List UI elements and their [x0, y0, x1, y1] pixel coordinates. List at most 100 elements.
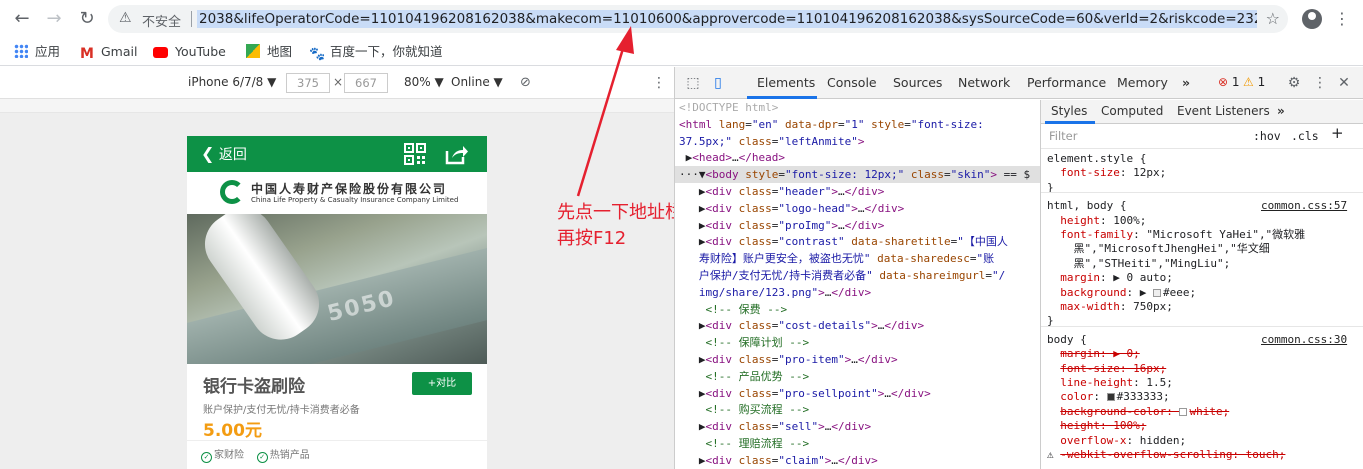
style-rule-line[interactable]: line-height: 1.5;: [1047, 376, 1173, 390]
style-rule-line[interactable]: font-family: "Microsoft YaHei","微软雅: [1047, 228, 1305, 242]
qrcode-icon[interactable]: [404, 143, 426, 165]
style-rule-line[interactable]: color: #333333;: [1047, 390, 1169, 404]
style-rule-line[interactable]: height: 100%;: [1047, 419, 1146, 433]
zoom-select[interactable]: 80% ▼: [404, 75, 444, 89]
device-height-input[interactable]: 667: [344, 73, 388, 93]
dom-node-line[interactable]: 户保护/支付无忧/持卡消费者必备" data-shareimgurl="/: [679, 268, 1005, 285]
bookmark-apps[interactable]: 应用: [14, 43, 60, 61]
dom-node-line[interactable]: 37.5px;" class="leftAnmite">: [679, 134, 864, 151]
bookmark-gmail[interactable]: M Gmail: [80, 43, 137, 61]
style-rule-line[interactable]: font-size: 12px;: [1047, 166, 1166, 180]
style-rule-line[interactable]: 黑","STHeiti","MingLiu";: [1047, 257, 1230, 271]
device-toggle-icon[interactable]: ▯: [709, 74, 727, 92]
dom-node-line[interactable]: <!-- 产品优势 -->: [679, 369, 810, 386]
style-rule-line[interactable]: margin: ▶ 0 auto;: [1047, 271, 1173, 285]
style-rule-line[interactable]: overflow-x: hidden;: [1047, 434, 1186, 448]
bookmarks-bar: 应用 M Gmail YouTube 地图 🐾 百度一下，你就知道: [0, 38, 1363, 66]
dom-node-line[interactable]: ▶<div class="cost-details">…</div>: [679, 318, 924, 335]
style-rule-line[interactable]: ⚠ -webkit-overflow-scrolling: touch;: [1047, 448, 1285, 462]
dom-node-line[interactable]: ▶<div class="proImg">…</div>: [679, 218, 885, 235]
style-rule-line[interactable]: html, body {: [1047, 199, 1126, 213]
back-button[interactable]: ❮ 返回: [201, 144, 247, 165]
inspect-element-icon[interactable]: ⬚: [684, 74, 702, 92]
device-select[interactable]: iPhone 6/7/8 ▼: [188, 75, 276, 89]
rotate-icon[interactable]: ⊘: [520, 75, 531, 90]
device-width-input[interactable]: 375: [286, 73, 330, 93]
hov-toggle[interactable]: :hov: [1253, 129, 1281, 143]
dom-node-line[interactable]: ▶<div class="pro-item">…</div>: [679, 352, 898, 369]
dom-node-line[interactable]: ▶<div class="sell">…</div>: [679, 419, 871, 436]
styles-more-button[interactable]: »: [1277, 104, 1285, 118]
style-rule-line[interactable]: background-color: white;: [1047, 405, 1229, 419]
tab-styles[interactable]: Styles: [1051, 104, 1087, 118]
warning-triangle-icon: ⚠: [1243, 75, 1254, 89]
bookmark-youtube[interactable]: YouTube: [153, 43, 226, 61]
dom-node-line[interactable]: <!-- 保障计划 -->: [679, 335, 810, 352]
divider: [187, 440, 487, 441]
dom-node-line[interactable]: ▶<head>…</head>: [679, 150, 785, 167]
tab-memory[interactable]: Memory: [1117, 75, 1168, 90]
dom-node-line[interactable]: ▶<div class="header">…</div>: [679, 184, 885, 201]
elements-tree[interactable]: <!DOCTYPE html> <html lang="en" data-dpr=…: [675, 100, 1040, 469]
cls-toggle[interactable]: .cls: [1291, 129, 1319, 143]
style-rule-line[interactable]: max-width: 750px;: [1047, 300, 1173, 314]
devtools-menu-icon[interactable]: ⋮: [1311, 74, 1329, 92]
tab-performance[interactable]: Performance: [1027, 75, 1106, 90]
style-rule-line[interactable]: margin: ▶ 0;: [1047, 347, 1139, 361]
dom-node-line[interactable]: ▶<div class="contrast" data-sharetitle="…: [679, 234, 1008, 251]
dom-node-line[interactable]: <!DOCTYPE html>: [679, 100, 778, 117]
url-text[interactable]: 2038&lifeOperatorCode=110104196208162038…: [197, 10, 1257, 28]
dom-node-line[interactable]: ···▼<body style="font-size: 12px;" class…: [679, 167, 1030, 184]
address-bar[interactable]: ⚠ 不安全 2038&lifeOperatorCode=110104196208…: [108, 5, 1288, 33]
bookmark-baidu[interactable]: 🐾 百度一下，你就知道: [309, 43, 443, 62]
device-more-icon[interactable]: ⋮: [652, 75, 666, 91]
style-rule-line[interactable]: font-size: 16px;: [1047, 362, 1166, 376]
style-rule-line[interactable]: 黑","MicrosoftJhengHei","华文细: [1047, 242, 1269, 256]
compare-button[interactable]: +对比: [412, 372, 472, 395]
dom-node-line[interactable]: <!-- 购买流程 -->: [679, 402, 810, 419]
warning-count[interactable]: ⚠ 1: [1243, 75, 1265, 89]
browser-menu-icon[interactable]: ⋮: [1334, 8, 1350, 30]
viewport-ruler: [0, 99, 674, 113]
maps-icon: [246, 44, 260, 58]
style-rule-line[interactable]: body {: [1047, 333, 1087, 347]
close-icon[interactable]: ✕: [1335, 74, 1353, 92]
profile-avatar-icon[interactable]: [1302, 9, 1322, 29]
insecure-label[interactable]: 不安全: [142, 11, 181, 30]
network-select[interactable]: Online ▼: [451, 75, 503, 89]
dom-node-line[interactable]: ▶<div class="logo-head">…</div>: [679, 201, 904, 218]
dom-node-line[interactable]: <!-- 理赔流程 -->: [679, 436, 810, 453]
back-icon[interactable]: ←: [11, 8, 33, 30]
tab-sources[interactable]: Sources: [893, 75, 942, 90]
tab-elements[interactable]: Elements: [757, 75, 815, 90]
check-icon: ✓: [201, 452, 212, 463]
dom-node-line[interactable]: <!-- 保费 -->: [679, 302, 788, 319]
style-rule-line[interactable]: height: 100%;: [1047, 214, 1146, 228]
more-tabs-button[interactable]: »: [1182, 75, 1190, 90]
tag-label: 热销产品: [269, 450, 310, 461]
dom-node-line[interactable]: img/share/123.png">…</div>: [679, 285, 871, 302]
styles-filter-input[interactable]: Filter: [1049, 129, 1077, 143]
tab-computed[interactable]: Computed: [1101, 104, 1163, 118]
devtools-panel: ⬚ ▯ Elements Console Sources Network Per…: [674, 67, 1363, 469]
stylesheet-link[interactable]: common.css:57: [1261, 199, 1347, 213]
stylesheet-link[interactable]: common.css:30: [1261, 333, 1347, 347]
tab-event-listeners[interactable]: Event Listeners: [1177, 104, 1270, 118]
style-rule-line[interactable]: background: ▶ #eee;: [1047, 286, 1196, 300]
style-rule-line[interactable]: element.style {: [1047, 152, 1146, 166]
tab-console[interactable]: Console: [827, 75, 877, 90]
dom-node-line[interactable]: ▶<div class="pro-sellpoint">…</div>: [679, 386, 931, 403]
new-rule-button[interactable]: +: [1331, 125, 1344, 140]
error-count[interactable]: ⊗ 1: [1218, 75, 1240, 89]
reload-icon[interactable]: ↻: [76, 8, 98, 30]
gear-icon[interactable]: ⚙: [1285, 74, 1303, 92]
share-icon[interactable]: [445, 143, 469, 165]
dom-node-line[interactable]: ▶<div class="claim">…</div>: [679, 453, 878, 469]
dom-node-line[interactable]: 寿财险】账户更安全，被盗也无忧" data-sharedesc="账: [679, 251, 994, 268]
styles-active-indicator: [1045, 121, 1095, 124]
bookmark-star-icon[interactable]: ☆: [1266, 9, 1280, 28]
bookmark-maps[interactable]: 地图: [246, 43, 292, 61]
dom-node-line[interactable]: <html lang="en" data-dpr="1" style="font…: [679, 117, 984, 134]
tab-network[interactable]: Network: [958, 75, 1010, 90]
forward-icon[interactable]: →: [43, 8, 65, 30]
